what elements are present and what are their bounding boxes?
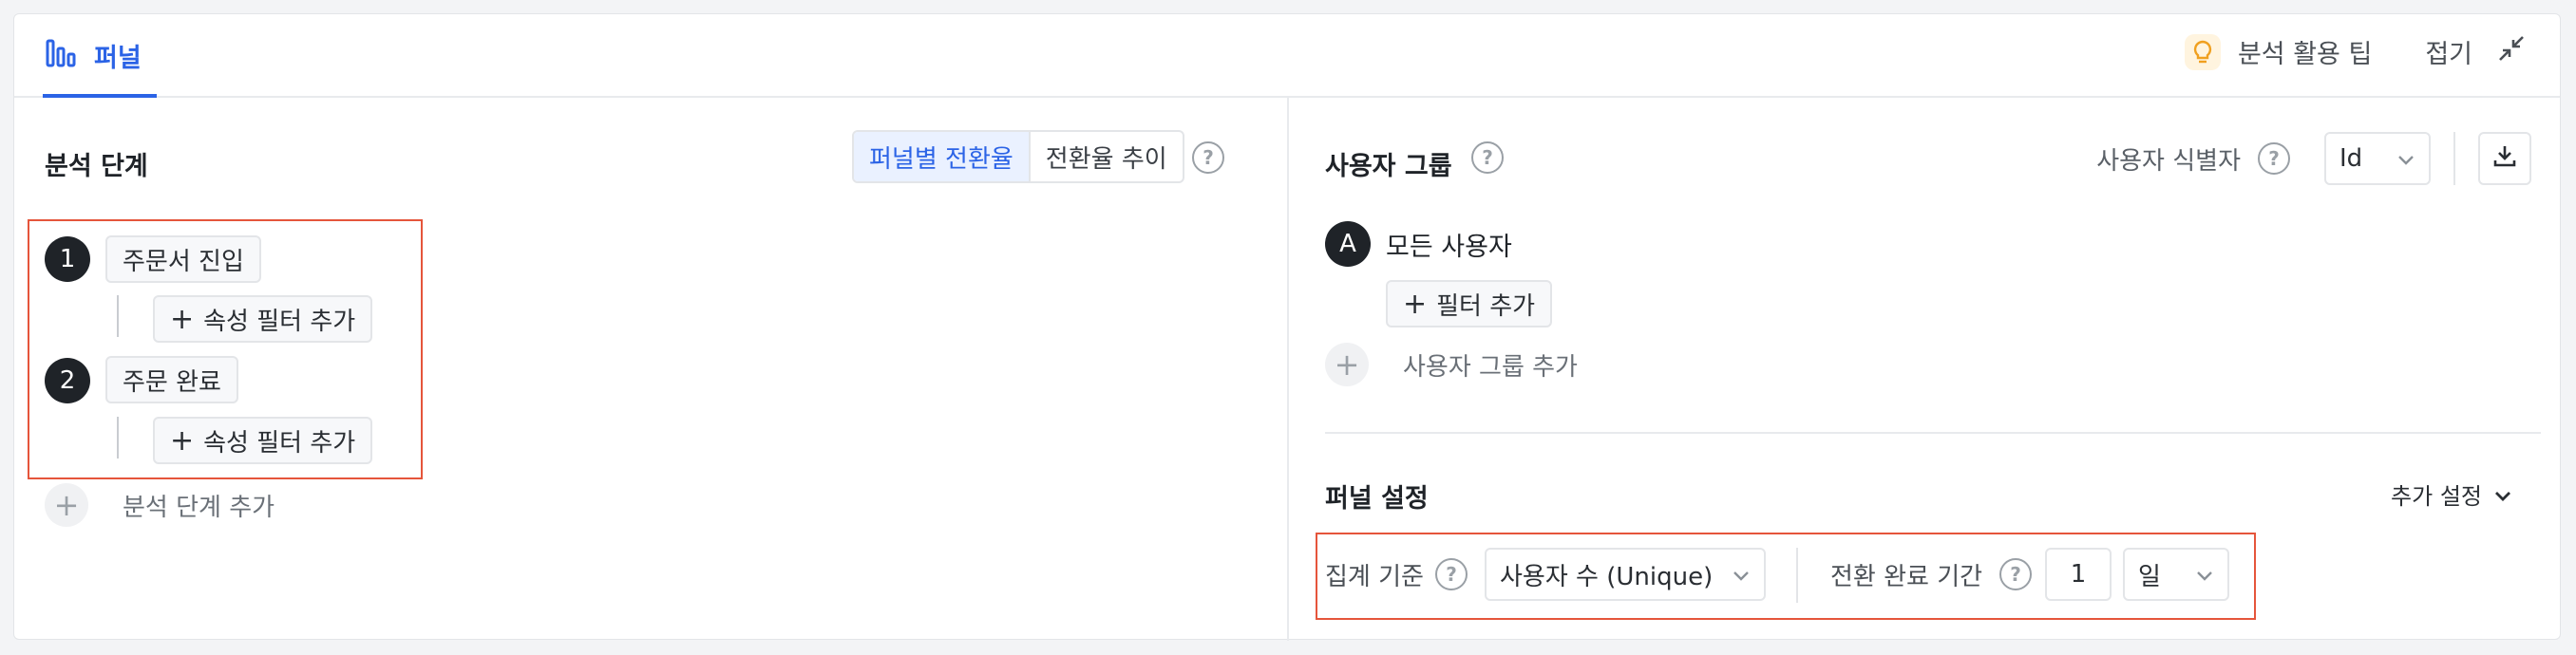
download-icon [2491,142,2518,176]
add-step-button[interactable]: + 분석 단계 추가 [45,483,275,527]
plus-icon: + [170,302,195,336]
step-1-event[interactable]: 주문서 진입 [105,235,261,283]
conversion-period-unit-select[interactable]: 일 [2123,548,2229,601]
step-number-1: 1 [45,236,90,282]
aggregation-label: 집계 기준 [1325,563,1424,591]
section-divider [1325,432,2541,434]
more-settings-label: 추가 설정 [2391,483,2482,510]
conversion-period-label: 전환 완료 기간 [1830,563,1983,591]
view-toggle: 퍼널별 전환율 전환율 추이 [852,130,1184,183]
add-user-group-label: 사용자 그룹 추가 [1403,352,1578,382]
group-name: 모든 사용자 [1386,232,1512,262]
analysis-tip-button[interactable]: 분석 활용 팁 [2184,33,2373,70]
step-1-connector [117,295,119,337]
add-user-group-button[interactable]: + 사용자 그룹 추가 [1325,343,1578,386]
lightbulb-icon [2184,33,2221,70]
plus-icon: + [170,423,195,458]
user-identifier-select[interactable]: Id [2324,132,2431,185]
chevron-down-icon [2396,144,2415,173]
panel-header: 퍼널 분석 활용 팁 접기 [14,14,2560,98]
settings-separator [1796,548,1798,603]
aggregation-value: 사용자 수 (Unique) [1500,562,1714,591]
tab-funnel-label: 퍼널 [94,44,142,73]
add-filter-label: 속성 필터 추가 [203,428,356,458]
step-2-event[interactable]: 주문 완료 [105,356,238,403]
conversion-period-unit: 일 [2138,562,2161,591]
more-settings-button[interactable]: 추가 설정 [2391,477,2512,511]
user-group-title: 사용자 그룹 [1325,152,1452,181]
analysis-steps-section: 분석 단계 퍼널별 전환율 전환율 추이 ? 1 주문서 진입 + 속성 필터 … [14,98,1287,641]
user-identifier-label: 사용자 식별자 [2096,146,2241,176]
user-identifier-value: Id [2339,144,2363,173]
chevron-down-icon [1732,560,1751,589]
step-2-connector [117,417,119,458]
funnel-settings-title: 퍼널 설정 [1325,484,1429,514]
step-number-2: 2 [45,358,90,403]
analysis-steps-title: 분석 단계 [45,152,148,181]
tab-funnel[interactable]: 퍼널 [45,37,142,98]
conversion-period-value: 1 [2070,560,2087,589]
add-filter-label: 속성 필터 추가 [203,307,356,336]
fold-label: 접기 [2425,40,2472,69]
conversion-period-input[interactable]: 1 [2045,548,2112,601]
help-icon[interactable]: ? [1471,141,1504,174]
help-icon[interactable]: ? [1999,558,2032,590]
fold-button[interactable]: 접기 [2425,33,2526,70]
plus-icon: + [45,483,88,527]
step-1-add-filter-button[interactable]: + 속성 필터 추가 [153,295,373,343]
add-step-label: 분석 단계 추가 [123,493,275,522]
help-icon[interactable]: ? [1435,558,1468,590]
group-add-filter-button[interactable]: + 필터 추가 [1386,280,1553,328]
help-icon[interactable]: ? [1192,141,1224,174]
group-badge: A [1325,221,1371,267]
aggregation-select[interactable]: 사용자 수 (Unique) [1485,548,1766,601]
funnel-panel: 퍼널 분석 활용 팁 접기 분석 단계 퍼널별 전환율 전환율 추이 ? 1 주… [13,13,2562,641]
step-2-add-filter-button[interactable]: + 속성 필터 추가 [153,417,373,464]
toggle-conversion-trend[interactable]: 전환율 추이 [1031,132,1183,181]
plus-icon: + [1403,287,1428,321]
toggle-funnel-conversion[interactable]: 퍼널별 전환율 [854,132,1031,181]
funnel-bars-icon [45,37,77,76]
chevron-down-icon [2493,481,2512,508]
user-group-section: 사용자 그룹 ? 사용자 식별자 ? Id A 모든 사용자 + 필터 추가 +… [1289,98,2562,641]
help-icon[interactable]: ? [2258,142,2290,175]
chevron-down-icon [2195,560,2214,589]
collapse-arrows-icon [2497,34,2526,69]
add-filter-label: 필터 추가 [1436,291,1536,321]
analysis-tip-label: 분석 활용 팁 [2237,40,2373,69]
plus-icon: + [1325,343,1369,386]
toolbar-separator [2453,132,2455,185]
download-button[interactable] [2478,132,2531,185]
user-group-a[interactable]: A 모든 사용자 [1325,221,1512,267]
